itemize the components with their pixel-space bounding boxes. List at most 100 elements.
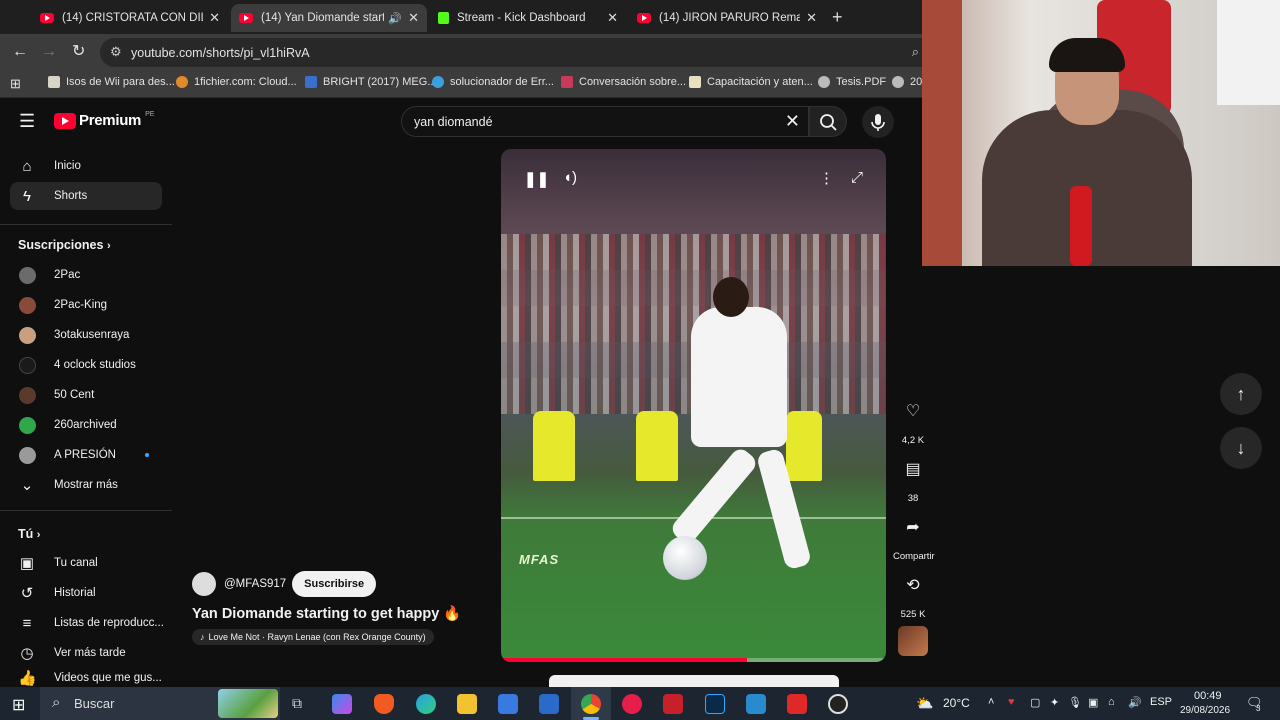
bookmark-item[interactable]: Conversación sobre... <box>561 76 686 88</box>
fullscreen-icon[interactable]: ⤢ <box>851 169 863 186</box>
subscription-item[interactable]: 260archived <box>10 411 162 439</box>
subscription-item[interactable]: 2Pac <box>10 261 162 289</box>
task-view-icon[interactable]: ⧉ <box>292 695 302 712</box>
close-tab-icon[interactable]: ✕ <box>607 10 618 26</box>
sidebar-item-inicio[interactable]: ⌂ Inicio <box>10 152 162 180</box>
pause-icon[interactable]: ❚❚ <box>524 170 549 188</box>
remix-button[interactable]: ⟲ 525 K <box>893 568 933 620</box>
microphone-icon <box>871 114 885 131</box>
video-progress-bar[interactable] <box>501 658 886 662</box>
copilot-icon[interactable] <box>332 694 352 714</box>
mail-icon[interactable] <box>539 694 559 714</box>
sidebar-item-shorts[interactable]: ϟ Shorts <box>10 182 162 210</box>
media-player-icon[interactable] <box>622 694 642 714</box>
sidebar-item-watch-later[interactable]: ◷ Ver más tarde <box>10 639 162 667</box>
app-icon[interactable] <box>746 694 766 714</box>
tab-label: (14) CRISTORATA CON DILBERT <box>62 12 203 24</box>
obs-icon[interactable] <box>828 694 848 714</box>
back-icon[interactable]: ← <box>12 43 28 61</box>
subscription-item[interactable]: 3otakusenraya <box>10 321 162 349</box>
tray-app-icon[interactable]: ▣ <box>1088 696 1098 709</box>
new-tab-icon[interactable]: + <box>832 8 843 26</box>
subscription-item[interactable]: 50 Cent <box>10 381 162 409</box>
taskbar-search-placeholder: Buscar <box>74 696 115 711</box>
sidebar-item-tu-canal[interactable]: ▣ Tu canal <box>10 549 162 577</box>
comments-button[interactable]: ▤ 38 <box>893 452 933 504</box>
file-explorer-icon[interactable] <box>457 694 477 714</box>
you-heading[interactable]: Tú › <box>18 527 40 541</box>
subscribe-button[interactable]: Suscribirse <box>292 571 377 597</box>
show-more-button[interactable]: ⌄ Mostrar más <box>10 471 162 499</box>
network-icon[interactable]: ⌂ <box>1108 696 1115 708</box>
youtube-icon <box>239 13 253 23</box>
language-indicator[interactable]: ESP <box>1150 696 1172 708</box>
close-tab-icon[interactable]: ✕ <box>209 10 220 26</box>
photoshop-icon[interactable] <box>705 694 725 714</box>
bookmark-item[interactable]: Capacitación y aten... <box>689 76 813 88</box>
chevron-up-icon[interactable]: ˄ <box>988 696 994 708</box>
windows-start-icon[interactable]: ⊞ <box>12 695 25 715</box>
search-icon[interactable]: ⌕ <box>912 44 919 60</box>
temperature[interactable]: 20°C <box>943 696 970 710</box>
volume-icon[interactable]: ◖) <box>563 169 577 186</box>
clear-search-icon[interactable]: ✕ <box>785 111 800 132</box>
steward-figure <box>533 411 575 481</box>
close-tab-icon[interactable]: ✕ <box>408 10 419 26</box>
next-short-button[interactable]: ↓ <box>1220 427 1262 469</box>
tab-jiron-paruro[interactable]: (14) JIRÓN PARURO Remates de ✕ <box>629 4 825 32</box>
short-info: @MFAS917 Suscribirse Yan Diomande starti… <box>192 571 461 645</box>
subscription-item[interactable]: 2Pac-King <box>10 291 162 319</box>
bookmark-item[interactable]: Isos de Wii para des... <box>48 76 175 88</box>
sidebar-item-playlists[interactable]: ≡ Listas de reproducc... <box>10 609 164 637</box>
site-info-icon[interactable]: ⚙ <box>110 44 122 60</box>
tray-app-icon[interactable]: ♥ <box>1008 696 1015 708</box>
volume-icon[interactable]: 🔊 <box>1128 696 1142 709</box>
apps-grid-icon[interactable]: ⊞ <box>10 76 21 92</box>
tray-app-icon[interactable]: ✦ <box>1050 696 1059 709</box>
close-tab-icon[interactable]: ✕ <box>806 10 817 26</box>
search-input[interactable]: yan diomandé ✕ <box>401 106 809 137</box>
voice-search-button[interactable] <box>862 106 894 138</box>
weather-icon[interactable]: ⛅ <box>916 695 933 712</box>
more-options-icon[interactable]: ⋮ <box>819 169 834 187</box>
clock-date[interactable]: 29/08/2026 <box>1180 705 1230 716</box>
taskbar-search[interactable]: ⌕ Buscar <box>40 687 280 720</box>
bookmark-item[interactable]: 1fichier.com: Cloud... <box>176 76 297 88</box>
tray-app-icon[interactable]: ▢ <box>1030 696 1040 709</box>
sound-thumbnail[interactable] <box>898 626 928 656</box>
short-video-player[interactable]: MFAS ❚❚ ◖) ⋮ ⤢ <box>501 149 886 662</box>
tab-kick-dashboard[interactable]: Stream - Kick Dashboard ✕ <box>430 4 626 32</box>
channel-avatar[interactable] <box>192 572 216 596</box>
store-icon[interactable] <box>498 694 518 714</box>
subscription-item[interactable]: 4 oclock studios <box>10 351 162 379</box>
subscription-item[interactable]: A PRESIÓN <box>10 441 162 469</box>
chrome-taskbar-active[interactable] <box>571 687 611 720</box>
reload-icon[interactable]: ↻ <box>72 43 85 61</box>
like-button[interactable]: ♡ 4,2 K <box>893 394 933 446</box>
bookmark-item[interactable]: Tesis.PDF <box>818 76 886 88</box>
subscriptions-heading[interactable]: Suscripciones › <box>18 238 111 252</box>
tab-cristorata[interactable]: (14) CRISTORATA CON DILBERT ✕ <box>32 4 228 32</box>
sidebar-item-historial[interactable]: ↺ Historial <box>10 579 162 607</box>
tab-yan-diomande[interactable]: (14) Yan Diomande starting 🔊 ✕ <box>231 4 427 32</box>
bookmark-item[interactable]: BRIGHT (2017) MEG... <box>305 76 437 88</box>
share-button[interactable]: ➦ Compartir <box>893 510 935 562</box>
wps-icon[interactable] <box>787 694 807 714</box>
avatar <box>19 296 36 314</box>
forward-icon[interactable]: → <box>41 43 57 61</box>
clock-time[interactable]: 00:49 <box>1194 690 1222 702</box>
sidebar-item-liked[interactable]: 👍 Videos que me gus... <box>10 669 162 687</box>
channel-handle[interactable]: @MFAS917 <box>224 578 286 590</box>
previous-short-button[interactable]: ↑ <box>1220 373 1262 415</box>
chevron-down-icon: ⌄ <box>20 477 34 494</box>
search-button[interactable] <box>809 106 847 137</box>
microphone-icon[interactable]: 🎙 <box>1068 696 1082 709</box>
bookmark-item[interactable]: 20 <box>892 76 922 88</box>
edge-icon[interactable] <box>416 694 436 714</box>
brave-icon[interactable] <box>374 694 394 714</box>
acrobat-icon[interactable] <box>663 694 683 714</box>
music-chip[interactable]: ♪ Love Me Not · Ravyn Lenae (con Rex Ora… <box>192 629 434 645</box>
speaker-icon[interactable]: 🔊 <box>388 12 402 25</box>
address-bar[interactable]: ⚙ youtube.com/shorts/pi_vl1hiRvA ⌕ <box>100 38 925 67</box>
bookmark-item[interactable]: solucionador de Err... <box>432 76 554 88</box>
